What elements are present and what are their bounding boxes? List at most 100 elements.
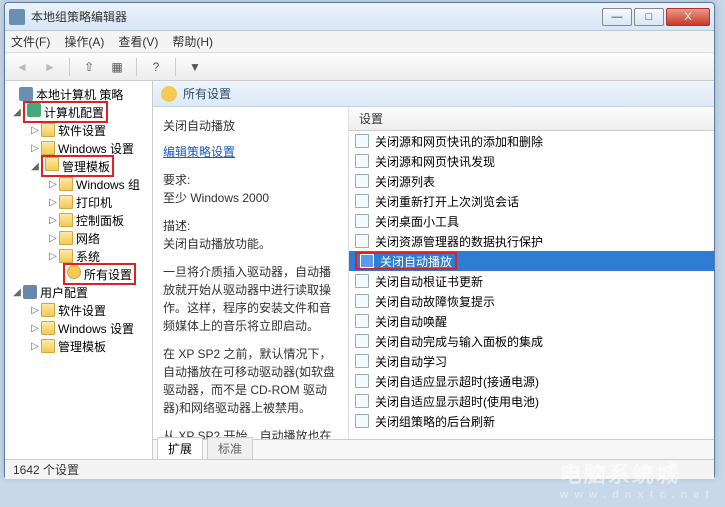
separator — [175, 58, 176, 76]
maximize-button[interactable]: □ — [634, 8, 664, 26]
tree-item[interactable]: ▷控制面板 — [7, 211, 150, 229]
app-window: 本地组策略编辑器 — □ X 文件(F) 操作(A) 查看(V) 帮助(H) ◄… — [4, 2, 715, 477]
setting-icon — [355, 334, 369, 348]
tree-item[interactable]: ▷网络 — [7, 229, 150, 247]
list-item[interactable]: 关闭组策略的后台刷新 — [349, 411, 714, 431]
content-header: 所有设置 — [153, 81, 714, 107]
list-item[interactable]: 关闭自动学习 — [349, 351, 714, 371]
setting-icon — [355, 274, 369, 288]
tree-item[interactable]: ▷软件设置 — [7, 121, 150, 139]
policy-icon — [19, 87, 33, 101]
tree-all-settings[interactable]: 所有设置 — [7, 265, 150, 283]
folder-icon — [41, 339, 55, 353]
tree-item[interactable]: ▷Windows 设置 — [7, 319, 150, 337]
requirement-label: 要求: — [163, 171, 338, 189]
description-label: 描述: — [163, 217, 338, 235]
content-title: 所有设置 — [183, 85, 231, 102]
list-item-label: 关闭组策略的后台刷新 — [375, 413, 495, 430]
list-item[interactable]: 关闭重新打开上次浏览会话 — [349, 191, 714, 211]
tab-standard[interactable]: 标准 — [207, 437, 253, 459]
setting-icon — [355, 294, 369, 308]
list-item[interactable]: 关闭资源管理器的数据执行保护 — [349, 231, 714, 251]
setting-icon — [355, 394, 369, 408]
window-controls: — □ X — [602, 8, 710, 26]
edit-policy-link[interactable]: 编辑策略设置 — [163, 145, 235, 159]
folder-icon — [41, 303, 55, 317]
user-icon — [23, 285, 37, 299]
list-item[interactable]: 关闭自动完成与输入面板的集成 — [349, 331, 714, 351]
menu-action[interactable]: 操作(A) — [64, 33, 104, 50]
filter-button[interactable]: ▼ — [184, 57, 206, 77]
setting-icon — [355, 354, 369, 368]
description-text: 关闭自动播放功能。 — [163, 235, 338, 253]
close-button[interactable]: X — [666, 8, 710, 26]
show-hide-tree-button[interactable]: ▦ — [106, 57, 128, 77]
separator — [136, 58, 137, 76]
list-body[interactable]: 关闭源和网页快讯的添加和删除关闭源和网页快讯发现关闭源列表关闭重新打开上次浏览会… — [349, 131, 714, 439]
tree-panel[interactable]: 本地计算机 策略 ◢计算机配置 ▷软件设置 ▷Windows 设置 ◢管理模板 … — [5, 81, 153, 459]
up-button[interactable]: ⇧ — [78, 57, 100, 77]
toolbar: ◄ ► ⇧ ▦ ? ▼ — [5, 53, 714, 81]
list-item[interactable]: 关闭自动唤醒 — [349, 311, 714, 331]
list-item[interactable]: 关闭自适应显示超时(接通电源) — [349, 371, 714, 391]
computer-icon — [27, 103, 41, 117]
list-item-label: 关闭自动学习 — [375, 353, 447, 370]
list-item[interactable]: 关闭源和网页快讯发现 — [349, 151, 714, 171]
detail-panel: 关闭自动播放 编辑策略设置 要求: 至少 Windows 2000 描述: 关闭… — [153, 107, 349, 439]
list-item-label: 关闭源和网页快讯的添加和删除 — [375, 133, 543, 150]
menu-help[interactable]: 帮助(H) — [172, 33, 213, 50]
setting-icon — [355, 134, 369, 148]
setting-icon — [355, 214, 369, 228]
tabs: 扩展 标准 — [153, 439, 714, 459]
split-panel: 关闭自动播放 编辑策略设置 要求: 至少 Windows 2000 描述: 关闭… — [153, 107, 714, 439]
setting-icon — [355, 374, 369, 388]
minimize-button[interactable]: — — [602, 8, 632, 26]
list-item-label: 关闭自动根证书更新 — [375, 273, 483, 290]
tree-admin-templates[interactable]: ◢管理模板 — [7, 157, 150, 175]
tree-item[interactable]: ▷打印机 — [7, 193, 150, 211]
body: 本地计算机 策略 ◢计算机配置 ▷软件设置 ▷Windows 设置 ◢管理模板 … — [5, 81, 714, 459]
list-item[interactable]: 关闭自动播放 — [349, 251, 714, 271]
list-column-header[interactable]: 设置 — [349, 107, 714, 131]
folder-icon — [41, 141, 55, 155]
setting-icon — [360, 254, 374, 268]
folder-icon — [59, 249, 73, 263]
titlebar[interactable]: 本地组策略编辑器 — □ X — [5, 3, 714, 31]
folder-icon — [59, 213, 73, 227]
setting-icon — [355, 194, 369, 208]
content-panel: 所有设置 关闭自动播放 编辑策略设置 要求: 至少 Windows 2000 描… — [153, 81, 714, 459]
list-item[interactable]: 关闭自动根证书更新 — [349, 271, 714, 291]
setting-icon — [355, 234, 369, 248]
tree-user-config[interactable]: ◢用户配置 — [7, 283, 150, 301]
setting-icon — [355, 414, 369, 428]
window-title: 本地组策略编辑器 — [31, 8, 602, 25]
tree-computer-config[interactable]: ◢计算机配置 — [7, 103, 150, 121]
tab-extended[interactable]: 扩展 — [157, 437, 203, 459]
list-item-label: 关闭重新打开上次浏览会话 — [375, 193, 519, 210]
list-item-label: 关闭资源管理器的数据执行保护 — [375, 233, 543, 250]
list-item-label: 关闭自动完成与输入面板的集成 — [375, 333, 543, 350]
setting-icon — [355, 314, 369, 328]
help-button[interactable]: ? — [145, 57, 167, 77]
list-item[interactable]: 关闭自动故障恢复提示 — [349, 291, 714, 311]
list-item-label: 关闭自动故障恢复提示 — [375, 293, 495, 310]
list-item-label: 关闭源列表 — [375, 173, 435, 190]
menu-file[interactable]: 文件(F) — [11, 33, 50, 50]
gear-icon — [67, 265, 81, 279]
forward-button[interactable]: ► — [39, 57, 61, 77]
list-item-label: 关闭自动唤醒 — [375, 313, 447, 330]
tree-item[interactable]: ▷软件设置 — [7, 301, 150, 319]
list-panel: 设置 关闭源和网页快讯的添加和删除关闭源和网页快讯发现关闭源列表关闭重新打开上次… — [349, 107, 714, 439]
list-item[interactable]: 关闭桌面小工具 — [349, 211, 714, 231]
list-item[interactable]: 关闭源和网页快讯的添加和删除 — [349, 131, 714, 151]
menu-view[interactable]: 查看(V) — [118, 33, 158, 50]
separator — [69, 58, 70, 76]
back-button[interactable]: ◄ — [11, 57, 33, 77]
list-item[interactable]: 关闭自适应显示超时(使用电池) — [349, 391, 714, 411]
list-item[interactable]: 关闭源列表 — [349, 171, 714, 191]
menubar: 文件(F) 操作(A) 查看(V) 帮助(H) — [5, 31, 714, 53]
folder-icon — [41, 123, 55, 137]
tree-item[interactable]: ▷Windows 组 — [7, 175, 150, 193]
tree-item[interactable]: ▷管理模板 — [7, 337, 150, 355]
description-text: 一旦将介质插入驱动器，自动播放就开始从驱动器中进行读取操作。这样，程序的安装文件… — [163, 263, 338, 335]
